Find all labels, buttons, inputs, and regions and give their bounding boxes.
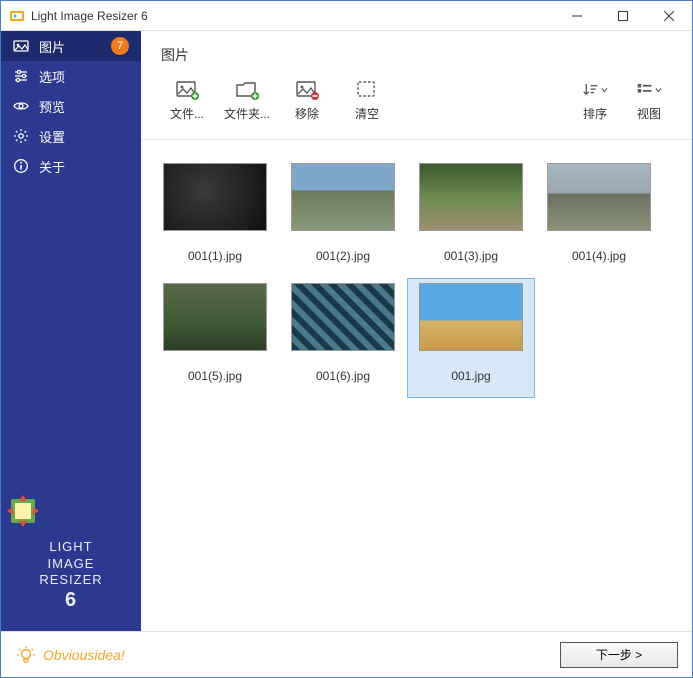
view-icon	[636, 79, 662, 101]
thumbnail-label: 001(3).jpg	[444, 249, 498, 263]
sliders-icon	[13, 68, 29, 84]
logo-line: IMAGE	[48, 556, 95, 571]
sidebar-item-label: 预览	[39, 97, 129, 116]
sidebar-item-label: 设置	[39, 127, 129, 146]
main-area: 图片 文件... 文件夹...	[141, 31, 692, 631]
sidebar-item-options[interactable]: 选项	[1, 61, 141, 91]
sidebar: 图片 7 选项 预览 设置	[1, 31, 141, 631]
clear-icon	[354, 79, 380, 101]
thumbnail-image	[547, 163, 651, 231]
thumbnail-label: 001(4).jpg	[572, 249, 626, 263]
chevron-down-icon	[655, 86, 662, 94]
gear-icon	[13, 128, 29, 144]
sidebar-item-settings[interactable]: 设置	[1, 121, 141, 151]
tool-label: 文件夹...	[224, 105, 270, 122]
window-title: Light Image Resizer 6	[31, 9, 554, 23]
thumbnail-label: 001(6).jpg	[316, 369, 370, 383]
lightbulb-icon	[15, 644, 37, 666]
sidebar-item-label: 选项	[39, 67, 129, 86]
sidebar-item-about[interactable]: 关于	[1, 151, 141, 181]
sort-icon	[582, 79, 608, 101]
view-button[interactable]: 视图	[624, 77, 674, 129]
thumbnail-image	[419, 163, 523, 231]
toolbar: 文件... 文件夹... 移除	[141, 73, 692, 140]
titlebar: Light Image Resizer 6	[1, 1, 692, 31]
close-button[interactable]	[646, 1, 692, 31]
sidebar-item-images[interactable]: 图片 7	[1, 31, 141, 61]
images-icon	[13, 38, 29, 54]
thumbnail-image	[291, 163, 395, 231]
tool-label: 排序	[583, 105, 607, 122]
app-icon	[9, 8, 25, 24]
maximize-button[interactable]	[600, 1, 646, 31]
thumbnail-area: 001(1).jpg 001(2).jpg 001(3).jpg 001(4).jpg…	[141, 140, 692, 631]
thumbnail-grid: 001(1).jpg 001(2).jpg 001(3).jpg 001(4).jpg…	[151, 158, 682, 398]
sidebar-logo: LIGHT IMAGE RESIZER 6	[1, 477, 141, 631]
thumbnail-item[interactable]: 001(6).jpg	[279, 278, 407, 398]
sidebar-spacer	[1, 181, 141, 477]
add-folder-button[interactable]: 文件夹...	[219, 77, 275, 129]
thumbnail-image	[419, 283, 523, 351]
next-button[interactable]: 下一步 >	[560, 642, 678, 668]
tool-label: 移除	[295, 105, 319, 122]
thumbnail-item[interactable]: 001(5).jpg	[151, 278, 279, 398]
thumbnail-image	[291, 283, 395, 351]
clear-button[interactable]: 清空	[339, 77, 395, 129]
logo-version: 6	[1, 588, 141, 613]
logo-text: LIGHT IMAGE RESIZER 6	[1, 539, 141, 613]
thumbnail-label: 001(1).jpg	[188, 249, 242, 263]
sidebar-badge: 7	[111, 37, 129, 55]
footer: Obviousidea! 下一步 >	[1, 631, 692, 677]
thumbnail-item[interactable]: 001(1).jpg	[151, 158, 279, 278]
thumbnail-label: 001(5).jpg	[188, 369, 242, 383]
tool-label: 清空	[355, 105, 379, 122]
thumbnail-item[interactable]: 001(3).jpg	[407, 158, 535, 278]
chevron-down-icon	[601, 86, 608, 94]
sidebar-item-label: 关于	[39, 157, 129, 176]
thumbnail-label: 001.jpg	[451, 369, 490, 383]
thumbnail-label: 001(2).jpg	[316, 249, 370, 263]
file-add-icon	[174, 79, 200, 101]
add-file-button[interactable]: 文件...	[159, 77, 215, 129]
remove-icon	[294, 79, 320, 101]
eye-icon	[13, 98, 29, 114]
thumbnail-item[interactable]: 001(4).jpg	[535, 158, 663, 278]
folder-add-icon	[234, 79, 260, 101]
sort-button[interactable]: 排序	[570, 77, 620, 129]
thumbnail-item[interactable]: 001.jpg	[407, 278, 535, 398]
brand[interactable]: Obviousidea!	[15, 644, 125, 666]
info-icon	[13, 158, 29, 174]
thumbnail-image	[163, 163, 267, 231]
tool-label: 视图	[637, 105, 661, 122]
logo-line: RESIZER	[39, 572, 102, 587]
logo-line: LIGHT	[49, 539, 92, 554]
tool-label: 文件...	[170, 105, 204, 122]
body: 图片 7 选项 预览 设置	[1, 31, 692, 631]
page-title: 图片	[141, 31, 692, 73]
sidebar-item-preview[interactable]: 预览	[1, 91, 141, 121]
sidebar-item-label: 图片	[39, 37, 101, 56]
thumbnail-item[interactable]: 001(2).jpg	[279, 158, 407, 278]
remove-button[interactable]: 移除	[279, 77, 335, 129]
app-window: Light Image Resizer 6 图片 7 选	[0, 0, 693, 678]
minimize-button[interactable]	[554, 1, 600, 31]
thumbnail-image	[163, 283, 267, 351]
app-logo-icon	[1, 489, 45, 533]
brand-text: Obviousidea!	[43, 647, 125, 663]
